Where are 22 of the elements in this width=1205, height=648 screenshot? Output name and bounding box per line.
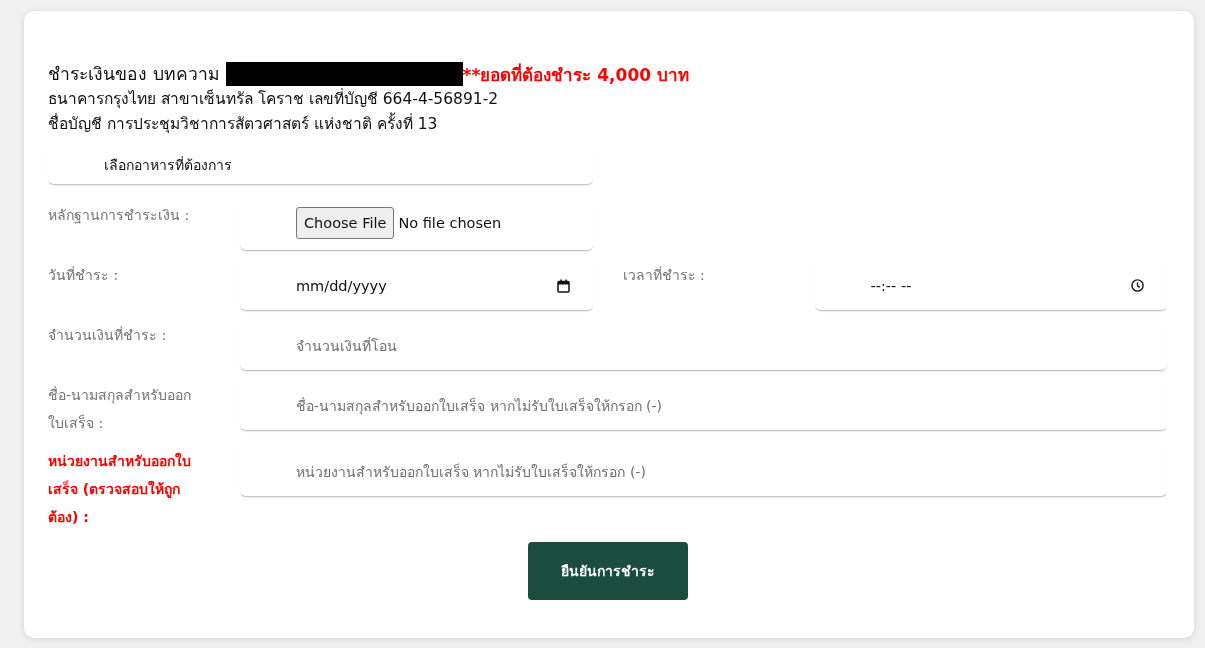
calendar-icon[interactable] xyxy=(556,278,570,293)
file-status-text: No file chosen xyxy=(398,214,502,231)
field-label: วันที่ชำระ : xyxy=(48,265,120,285)
field-label: ชื่อ-นามสกุลสำหรับออกใบเสร็จ : xyxy=(48,385,193,433)
time-field[interactable]: --:-- -- xyxy=(814,261,1167,311)
account-name-text: ชื่อบัญชี การประชุมวิชาการสัตวศาสตร์ แห่งชาติ ครั้งที่ 13 xyxy=(48,112,438,137)
article-title-text: ชำระเงินของ บทความ xyxy=(48,63,220,86)
date-field[interactable]: mm/dd/yyyy xyxy=(240,261,593,311)
field-label: หลักฐานการชำระเงิน : xyxy=(48,206,191,226)
bank-account-text: ธนาคารกรุงไทย สาขาเซ็นทรัล โคราช เลขที่บัญชี 664-4-56891-2 xyxy=(48,87,499,111)
field-label: เวลาที่ชำระ : xyxy=(622,265,706,285)
text-input-field[interactable]: หน่วยงานสำหรับออกใบเสร็จ หากไม่รับใบเสร็จให้กรอก (-) xyxy=(240,447,1167,497)
food-select[interactable]: เลือกอาหารที่ต้องการ xyxy=(48,145,593,185)
clock-icon[interactable] xyxy=(1131,279,1144,292)
choose-file-button[interactable]: Choose File xyxy=(296,206,395,239)
field-label: หน่วยงานสำหรับออกใบเสร็จ (ตรวจสอบให้ถูกต้อง) : xyxy=(48,451,192,527)
file-upload-field[interactable]: Choose File No file chosen xyxy=(240,201,593,251)
text-input-field[interactable]: จำนวนเงินที่โอน xyxy=(240,321,1167,371)
amount-due-text: **ยอดที่ต้องชำระ 4,000 บาท xyxy=(462,62,689,87)
text-input-field[interactable]: ชื่อ-นามสกุลสำหรับออกใบเสร็จ หากไม่รับใบเสร็จให้กรอก (-) xyxy=(240,381,1167,431)
confirm-payment-button[interactable]: ยืนยันการชำระ xyxy=(527,542,688,600)
field-label: จำนวนเงินที่ชำระ : xyxy=(48,325,168,345)
